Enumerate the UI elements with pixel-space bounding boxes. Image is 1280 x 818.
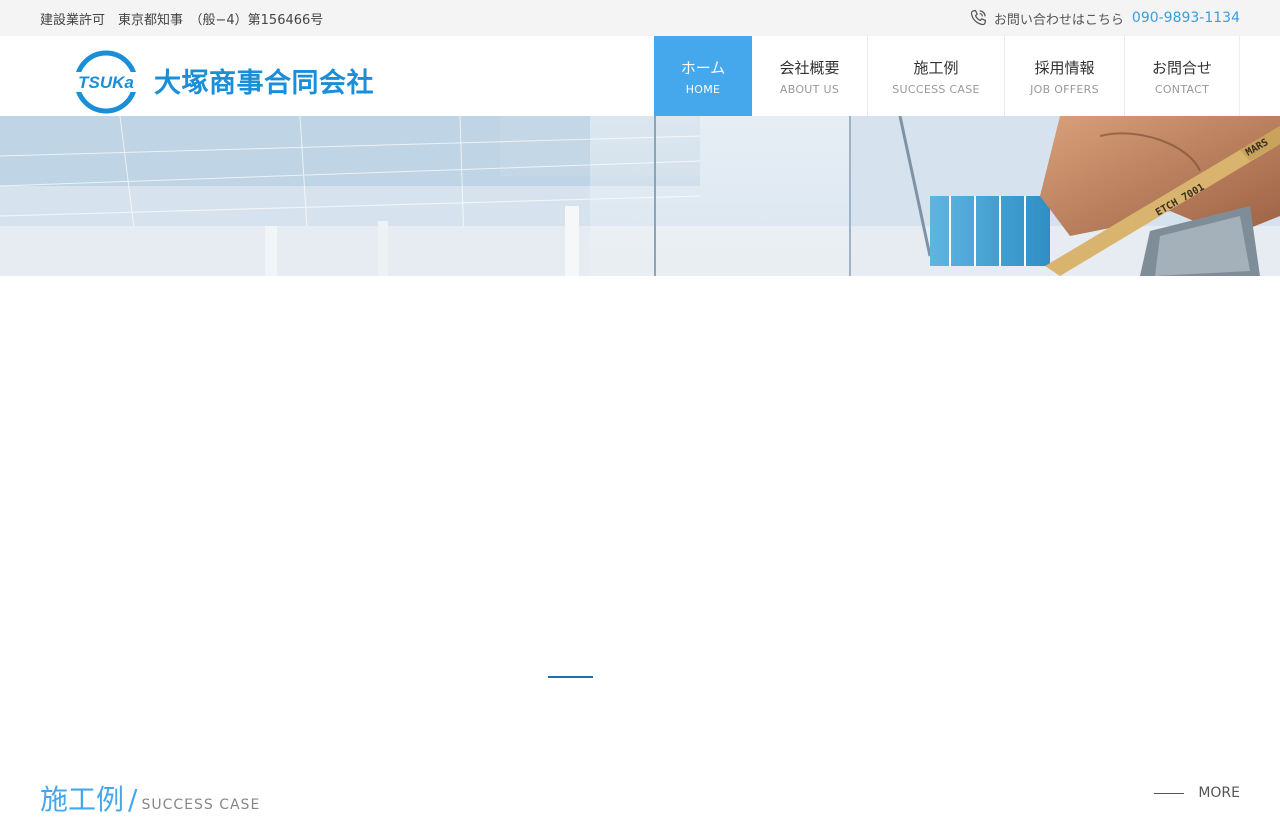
nav-label-en: CONTACT	[1154, 82, 1210, 96]
nav-label-jp: ホーム	[680, 58, 726, 77]
nav-label-jp: 採用情報	[1034, 58, 1095, 77]
company-name[interactable]: 大塚商事合同会社	[154, 61, 374, 100]
license-text: 建設業許可 東京都知事 （般−4）第156466号	[40, 13, 324, 28]
nav-label-jp: 会社概要	[779, 58, 840, 77]
section-title-jp: 施工例	[40, 783, 125, 816]
more-label: MORE	[1198, 785, 1240, 801]
section-title-en: SUCCESS CASE	[141, 797, 261, 813]
main-nav: ホーム HOME 会社概要 ABOUT US 施工例 SUCCESS CASE …	[654, 36, 1240, 116]
hero-banner: ETCH 7001 MARS	[0, 116, 1280, 276]
contact-label: お問い合わせはこちら	[993, 12, 1124, 28]
top-bar: 建設業許可 東京都知事 （般−4）第156466号 お問い合わせはこちら 090…	[0, 0, 1280, 36]
contact-line: お問い合わせはこちら 090-9893-1134	[968, 8, 1240, 28]
more-line	[1154, 792, 1185, 794]
site-header: TSUKa 大塚商事合同会社 ホーム HOME 会社概要 ABOUT US 施工…	[0, 36, 1280, 116]
more-link[interactable]: MORE	[1154, 785, 1240, 801]
logo-text: TSUKa	[78, 73, 134, 92]
phone-number-link[interactable]: 090-9893-1134	[1132, 10, 1240, 26]
nav-item-job-offers[interactable]: 採用情報 JOB OFFERS	[1005, 36, 1125, 116]
nav-item-about[interactable]: 会社概要 ABOUT US	[752, 36, 868, 116]
company-logo[interactable]: TSUKa	[74, 50, 138, 114]
nav-item-home[interactable]: ホーム HOME	[654, 36, 752, 116]
nav-item-contact[interactable]: お問合せ CONTACT	[1125, 36, 1240, 116]
nav-label-en: SUCCESS CASE	[892, 82, 980, 96]
nav-label-jp: 施工例	[913, 58, 959, 77]
section-heading: 施工例 / SUCCESS CASE	[40, 778, 260, 818]
nav-label-en: HOME	[685, 82, 721, 96]
nav-label-en: ABOUT US	[779, 82, 840, 96]
nav-label-jp: お問合せ	[1151, 58, 1212, 77]
nav-label-en: JOB OFFERS	[1030, 82, 1099, 96]
phone-icon	[970, 9, 987, 26]
banner-image: ETCH 7001 MARS	[0, 116, 1280, 276]
slider-indicator[interactable]	[548, 676, 593, 678]
nav-item-success-case[interactable]: 施工例 SUCCESS CASE	[868, 36, 1005, 116]
